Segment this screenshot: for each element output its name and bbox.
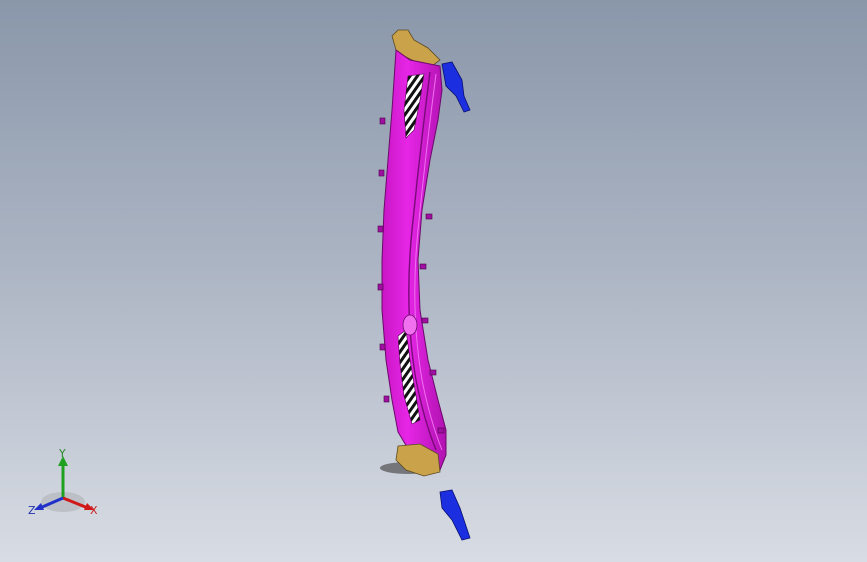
z-axis-label: Z — [28, 504, 36, 517]
top-blue-bracket — [441, 61, 471, 113]
orientation-triad: Y X Z — [26, 448, 106, 522]
x-axis-label: X — [90, 504, 98, 517]
center-boss — [402, 314, 418, 336]
cowl-panel-model[interactable] — [0, 0, 867, 562]
y-axis-label: Y — [59, 447, 66, 460]
bottom-blue-bracket — [439, 489, 471, 541]
graphics-viewport[interactable]: Y X Z — [0, 0, 867, 562]
